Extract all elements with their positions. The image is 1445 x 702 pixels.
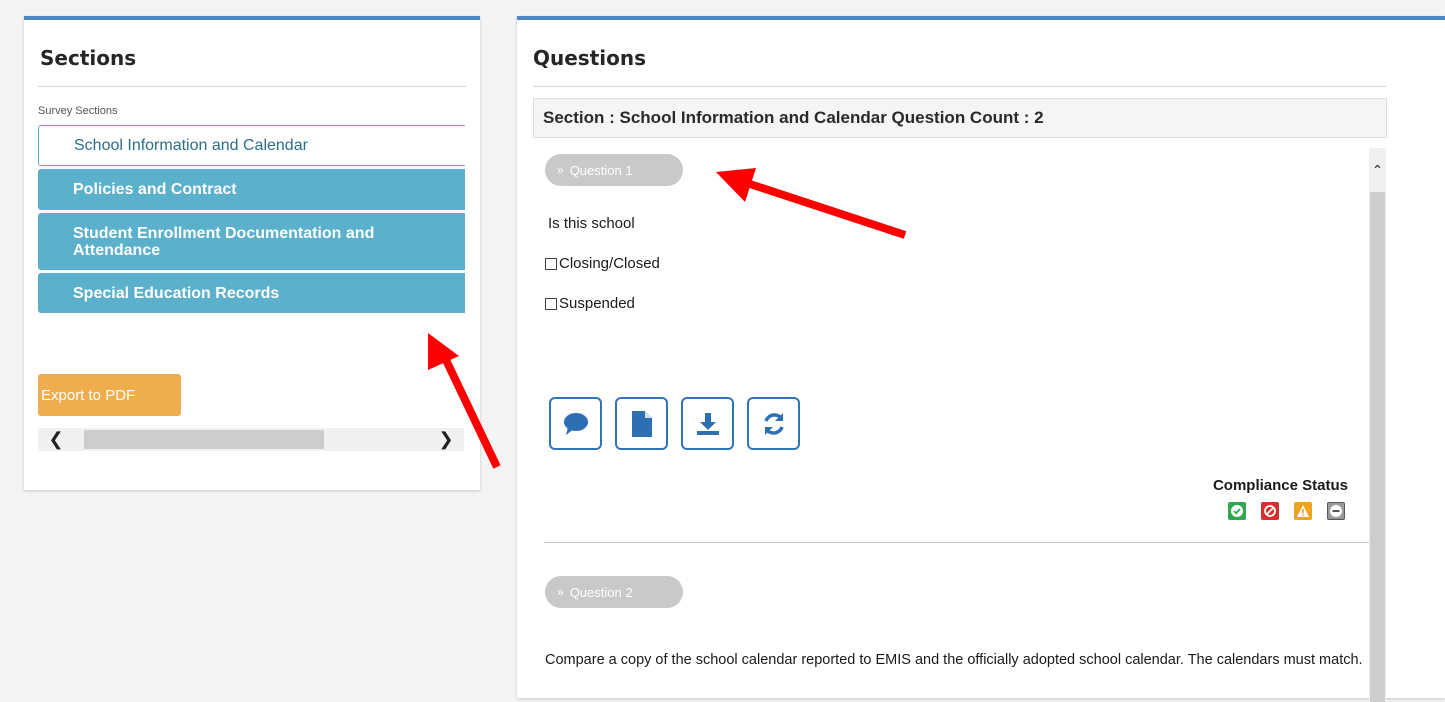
scroll-right-icon[interactable]: ❯: [428, 428, 464, 451]
compliant-icon[interactable]: [1228, 502, 1246, 520]
question-2-text: Compare a copy of the school calendar re…: [545, 652, 1363, 668]
survey-sections-label: Survey Sections: [38, 105, 118, 117]
questions-panel: Questions Section : School Information a…: [517, 16, 1445, 702]
comment-icon: [563, 412, 588, 435]
section-item-student-enrollment[interactable]: Student Enrollment Documentation and Att…: [38, 213, 465, 270]
scrollbar-thumb[interactable]: [1370, 192, 1385, 702]
vertical-scrollbar[interactable]: ⌃: [1369, 148, 1386, 702]
section-item-label: Student Enrollment Documentation and Att…: [73, 224, 375, 259]
section-item-label: School Information and Calendar: [74, 137, 308, 154]
minus-circle-icon: [1330, 505, 1342, 517]
question-pill-label: Question 1: [569, 162, 633, 178]
download-icon: [696, 412, 719, 435]
scroll-left-icon[interactable]: ❮: [38, 428, 74, 451]
question-pill-label: Question 2: [569, 584, 633, 600]
questions-title: Questions: [533, 46, 647, 70]
horizontal-scrollbar[interactable]: ❮ ❯: [38, 428, 464, 451]
question-scroll-area[interactable]: » Question 1 Is this school Closing/Clos…: [533, 148, 1386, 702]
compliance-status-icons: [1228, 502, 1345, 520]
refresh-icon: [763, 412, 784, 435]
document-button[interactable]: [615, 397, 668, 450]
sections-title: Sections: [40, 46, 137, 70]
survey-section-list: School Information and Calendar Policies…: [38, 125, 465, 316]
questions-title-divider: [533, 86, 1386, 87]
section-item-special-education[interactable]: Special Education Records: [38, 273, 465, 313]
section-item-label: Policies and Contract: [73, 181, 237, 198]
alert-triangle-icon: [1297, 505, 1309, 517]
scrollbar-thumb[interactable]: [84, 430, 324, 449]
checkbox[interactable]: [545, 257, 557, 270]
question-1-text: Is this school: [548, 215, 635, 232]
section-item-policies[interactable]: Policies and Contract: [38, 169, 465, 210]
not-applicable-icon[interactable]: [1327, 502, 1345, 520]
section-item-label: Special Education Records: [73, 284, 280, 302]
question-divider: [544, 542, 1386, 543]
refresh-button[interactable]: [747, 397, 800, 450]
compliance-status-label: Compliance Status: [1212, 477, 1348, 494]
non-compliant-icon[interactable]: [1261, 502, 1279, 520]
ban-icon: [1264, 505, 1276, 517]
sections-panel: Sections Survey Sections School Informat…: [24, 16, 480, 490]
section-item-school-information[interactable]: School Information and Calendar: [38, 125, 465, 166]
comment-button[interactable]: [549, 397, 602, 450]
document-icon: [631, 410, 652, 437]
export-to-pdf-button[interactable]: Export to PDF: [38, 374, 181, 416]
question-2-toggle[interactable]: » Question 2: [545, 576, 683, 608]
checkbox[interactable]: [545, 297, 557, 310]
scroll-up-icon[interactable]: ⌃: [1369, 162, 1386, 179]
option-closing-closed[interactable]: Closing/Closed: [545, 255, 660, 272]
double-chevron-right-icon: »: [557, 163, 564, 177]
option-suspended[interactable]: Suspended: [545, 295, 635, 312]
double-chevron-right-icon: »: [557, 585, 564, 599]
option-label: Closing/Closed: [559, 255, 660, 272]
sections-title-divider: [38, 86, 466, 87]
warning-icon[interactable]: [1294, 502, 1312, 520]
check-circle-icon: [1231, 505, 1243, 517]
question-tools: [549, 397, 800, 450]
download-button[interactable]: [681, 397, 734, 450]
section-header: Section : School Information and Calenda…: [533, 98, 1387, 138]
option-label: Suspended: [559, 295, 635, 312]
question-1-toggle[interactable]: » Question 1: [545, 154, 683, 186]
